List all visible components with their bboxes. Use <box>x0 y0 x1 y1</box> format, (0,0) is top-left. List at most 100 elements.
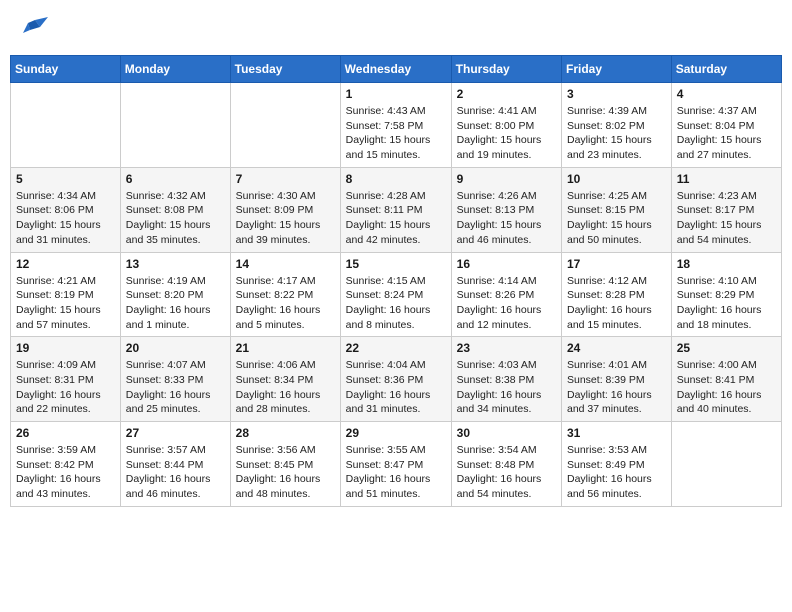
day-number: 25 <box>677 341 776 355</box>
calendar-cell: 5Sunrise: 4:34 AM Sunset: 8:06 PM Daylig… <box>11 167 121 252</box>
day-number: 9 <box>457 172 556 186</box>
day-info: Sunrise: 4:10 AM Sunset: 8:29 PM Dayligh… <box>677 274 776 333</box>
day-number: 22 <box>346 341 446 355</box>
calendar-cell: 10 Sunrise: 4:25 AM Sunset: 8:15 PM Dayli… <box>562 167 672 252</box>
calendar-cell: 24 Sunrise: 4:01 AM Sunset: 8:39 PM Dayli… <box>562 337 672 422</box>
calendar-week-1: 1 Sunrise: 4:43 AM Sunset: 7:58 PM Daylig… <box>11 83 782 168</box>
day-header-monday: Monday <box>120 56 230 83</box>
day-number: 29 <box>346 426 446 440</box>
calendar-cell: 16Sunrise: 4:14 AM Sunset: 8:26 PM Dayli… <box>451 252 561 337</box>
calendar-cell: 26Sunrise: 3:59 AM Sunset: 8:42 PM Dayli… <box>11 422 121 507</box>
day-info: Sunrise: 4:17 AM Sunset: 8:22 PM Dayligh… <box>236 274 335 333</box>
calendar-cell: 25 Sunrise: 4:00 AM Sunset: 8:41 PM Dayli… <box>671 337 781 422</box>
day-number: 8 <box>346 172 446 186</box>
day-info: Sunrise: 4:39 AM Sunset: 8:02 PM Dayligh… <box>567 104 666 163</box>
day-number: 30 <box>457 426 556 440</box>
day-number: 1 <box>346 87 446 101</box>
calendar-cell: 28Sunrise: 3:56 AM Sunset: 8:45 PM Dayli… <box>230 422 340 507</box>
day-info: Sunrise: 4:12 AM Sunset: 8:28 PM Dayligh… <box>567 274 666 333</box>
calendar-cell: 14 Sunrise: 4:17 AM Sunset: 8:22 PM Dayli… <box>230 252 340 337</box>
day-number: 24 <box>567 341 666 355</box>
calendar-week-4: 19 Sunrise: 4:09 AM Sunset: 8:31 PM Dayli… <box>11 337 782 422</box>
day-info: Sunrise: 4:43 AM Sunset: 7:58 PM Dayligh… <box>346 104 446 163</box>
day-number: 13 <box>126 257 225 271</box>
calendar-cell: 17 Sunrise: 4:12 AM Sunset: 8:28 PM Dayli… <box>562 252 672 337</box>
day-number: 14 <box>236 257 335 271</box>
logo-icon <box>20 15 50 40</box>
day-info: Sunrise: 4:06 AM Sunset: 8:34 PM Dayligh… <box>236 358 335 417</box>
day-number: 20 <box>126 341 225 355</box>
day-header-saturday: Saturday <box>671 56 781 83</box>
calendar-cell: 31 Sunrise: 3:53 AM Sunset: 8:49 PM Dayli… <box>562 422 672 507</box>
day-info: Sunrise: 3:55 AM Sunset: 8:47 PM Dayligh… <box>346 443 446 502</box>
calendar-cell: 11 Sunrise: 4:23 AM Sunset: 8:17 PM Dayli… <box>671 167 781 252</box>
day-number: 27 <box>126 426 225 440</box>
day-info: Sunrise: 4:19 AM Sunset: 8:20 PM Dayligh… <box>126 274 225 333</box>
calendar-week-2: 5Sunrise: 4:34 AM Sunset: 8:06 PM Daylig… <box>11 167 782 252</box>
day-info: Sunrise: 4:01 AM Sunset: 8:39 PM Dayligh… <box>567 358 666 417</box>
day-number: 19 <box>16 341 115 355</box>
day-info: Sunrise: 4:30 AM Sunset: 8:09 PM Dayligh… <box>236 189 335 248</box>
calendar-cell: 8 Sunrise: 4:28 AM Sunset: 8:11 PM Daylig… <box>340 167 451 252</box>
day-info: Sunrise: 4:23 AM Sunset: 8:17 PM Dayligh… <box>677 189 776 248</box>
day-number: 5 <box>16 172 115 186</box>
calendar-cell: 19 Sunrise: 4:09 AM Sunset: 8:31 PM Dayli… <box>11 337 121 422</box>
calendar-cell <box>671 422 781 507</box>
calendar-header-row: SundayMondayTuesdayWednesdayThursdayFrid… <box>11 56 782 83</box>
day-header-friday: Friday <box>562 56 672 83</box>
calendar-cell: 9 Sunrise: 4:26 AM Sunset: 8:13 PM Daylig… <box>451 167 561 252</box>
day-number: 12 <box>16 257 115 271</box>
day-header-tuesday: Tuesday <box>230 56 340 83</box>
calendar-cell: 23 Sunrise: 4:03 AM Sunset: 8:38 PM Dayli… <box>451 337 561 422</box>
calendar-cell: 1 Sunrise: 4:43 AM Sunset: 7:58 PM Daylig… <box>340 83 451 168</box>
day-number: 16 <box>457 257 556 271</box>
day-number: 6 <box>126 172 225 186</box>
calendar-cell <box>120 83 230 168</box>
day-info: Sunrise: 4:09 AM Sunset: 8:31 PM Dayligh… <box>16 358 115 417</box>
day-number: 23 <box>457 341 556 355</box>
day-number: 21 <box>236 341 335 355</box>
day-info: Sunrise: 4:03 AM Sunset: 8:38 PM Dayligh… <box>457 358 556 417</box>
day-info: Sunrise: 4:28 AM Sunset: 8:11 PM Dayligh… <box>346 189 446 248</box>
calendar-cell: 4Sunrise: 4:37 AM Sunset: 8:04 PM Daylig… <box>671 83 781 168</box>
day-number: 31 <box>567 426 666 440</box>
day-header-thursday: Thursday <box>451 56 561 83</box>
day-info: Sunrise: 4:32 AM Sunset: 8:08 PM Dayligh… <box>126 189 225 248</box>
day-info: Sunrise: 3:56 AM Sunset: 8:45 PM Dayligh… <box>236 443 335 502</box>
day-number: 2 <box>457 87 556 101</box>
calendar-cell: 22 Sunrise: 4:04 AM Sunset: 8:36 PM Dayli… <box>340 337 451 422</box>
calendar-cell: 2Sunrise: 4:41 AM Sunset: 8:00 PM Daylig… <box>451 83 561 168</box>
day-number: 18 <box>677 257 776 271</box>
calendar-cell: 3 Sunrise: 4:39 AM Sunset: 8:02 PM Daylig… <box>562 83 672 168</box>
day-number: 10 <box>567 172 666 186</box>
day-number: 3 <box>567 87 666 101</box>
calendar-cell <box>230 83 340 168</box>
calendar-week-3: 12 Sunrise: 4:21 AM Sunset: 8:19 PM Dayli… <box>11 252 782 337</box>
day-info: Sunrise: 4:00 AM Sunset: 8:41 PM Dayligh… <box>677 358 776 417</box>
logo <box>20 15 54 40</box>
calendar-cell: 29 Sunrise: 3:55 AM Sunset: 8:47 PM Dayli… <box>340 422 451 507</box>
day-header-wednesday: Wednesday <box>340 56 451 83</box>
day-info: Sunrise: 3:54 AM Sunset: 8:48 PM Dayligh… <box>457 443 556 502</box>
day-info: Sunrise: 4:26 AM Sunset: 8:13 PM Dayligh… <box>457 189 556 248</box>
day-number: 4 <box>677 87 776 101</box>
calendar-cell: 12 Sunrise: 4:21 AM Sunset: 8:19 PM Dayli… <box>11 252 121 337</box>
calendar-cell <box>11 83 121 168</box>
day-number: 15 <box>346 257 446 271</box>
day-number: 26 <box>16 426 115 440</box>
day-number: 7 <box>236 172 335 186</box>
day-info: Sunrise: 4:25 AM Sunset: 8:15 PM Dayligh… <box>567 189 666 248</box>
day-header-sunday: Sunday <box>11 56 121 83</box>
day-number: 11 <box>677 172 776 186</box>
day-info: Sunrise: 3:53 AM Sunset: 8:49 PM Dayligh… <box>567 443 666 502</box>
day-info: Sunrise: 4:04 AM Sunset: 8:36 PM Dayligh… <box>346 358 446 417</box>
day-info: Sunrise: 4:21 AM Sunset: 8:19 PM Dayligh… <box>16 274 115 333</box>
day-number: 17 <box>567 257 666 271</box>
calendar-cell: 15Sunrise: 4:15 AM Sunset: 8:24 PM Dayli… <box>340 252 451 337</box>
calendar-week-5: 26Sunrise: 3:59 AM Sunset: 8:42 PM Dayli… <box>11 422 782 507</box>
calendar-cell: 6 Sunrise: 4:32 AM Sunset: 8:08 PM Daylig… <box>120 167 230 252</box>
calendar-cell: 27Sunrise: 3:57 AM Sunset: 8:44 PM Dayli… <box>120 422 230 507</box>
calendar-cell: 21 Sunrise: 4:06 AM Sunset: 8:34 PM Dayli… <box>230 337 340 422</box>
calendar-cell: 30 Sunrise: 3:54 AM Sunset: 8:48 PM Dayli… <box>451 422 561 507</box>
calendar-cell: 18 Sunrise: 4:10 AM Sunset: 8:29 PM Dayli… <box>671 252 781 337</box>
